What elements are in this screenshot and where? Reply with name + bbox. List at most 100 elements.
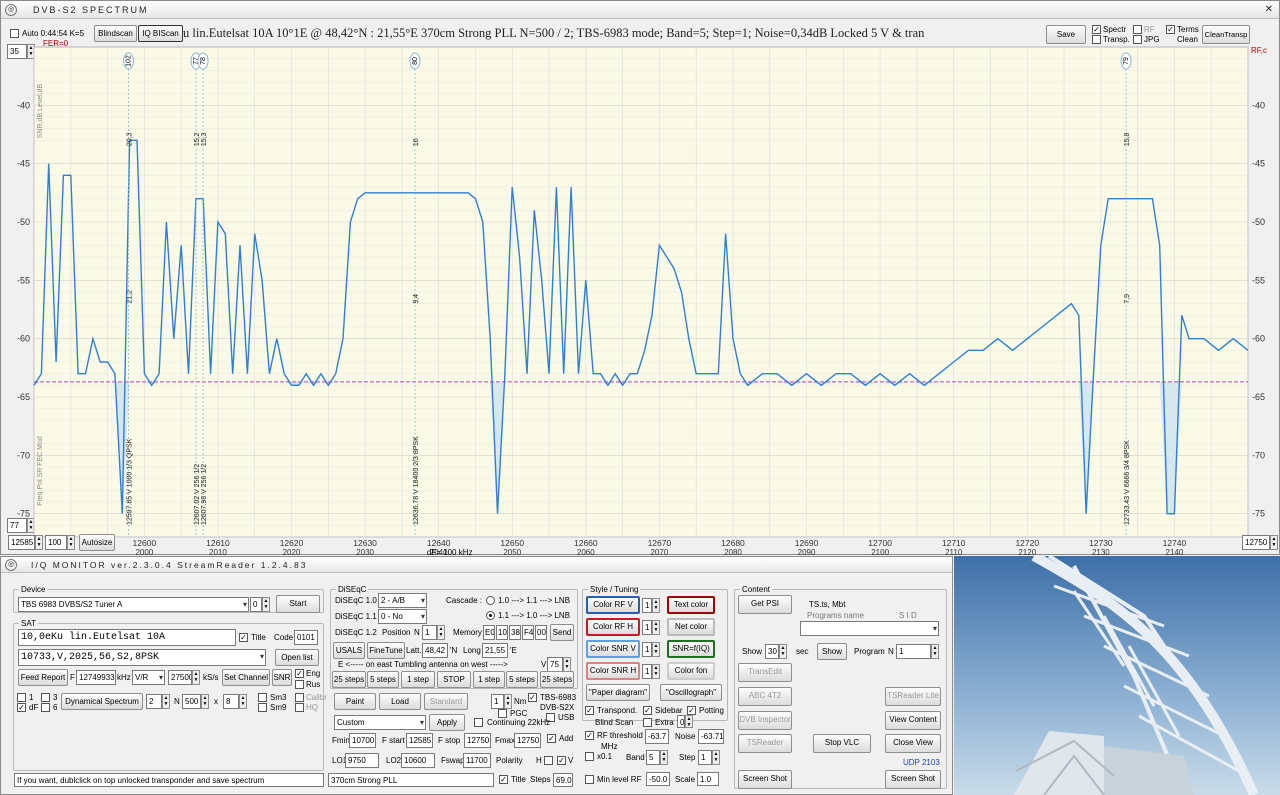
- title2-checkbox[interactable]: ✓: [499, 775, 508, 784]
- snr-fiq-button[interactable]: SNR=f(IQ): [667, 640, 715, 658]
- standard-button[interactable]: Standard: [424, 693, 468, 710]
- continuing-checkbox[interactable]: [474, 718, 483, 727]
- hq-checkbox[interactable]: [295, 703, 304, 712]
- fstop-input[interactable]: 12750: [464, 733, 491, 748]
- eng-checkbox[interactable]: ✓: [295, 669, 304, 678]
- rf-checkbox[interactable]: [1133, 25, 1142, 34]
- screen-shot-button[interactable]: Screen Shot: [738, 770, 792, 789]
- n-spin[interactable]: ▲ ▼: [201, 694, 209, 709]
- step-25-east-button[interactable]: 25 steps: [332, 671, 366, 688]
- cascade2-radio[interactable]: [486, 611, 495, 620]
- snr-h-width-spin[interactable]: ▲ ▼: [652, 664, 660, 679]
- opt6-checkbox[interactable]: [41, 703, 50, 712]
- band-spin[interactable]: ▲ ▼: [660, 750, 668, 765]
- spectrum-chart[interactable]: -40 -40 -45 -45 -50 -50 -55 -55 -60 -60 -65 -65 -70 -…: [1, 41, 1280, 556]
- color-snr-v-button[interactable]: Color SNR V: [586, 640, 640, 658]
- steps-input[interactable]: 69.0: [553, 773, 573, 787]
- device-index-spin[interactable]: ▲ ▼: [262, 597, 270, 612]
- step-spin-style[interactable]: ▲ ▼: [712, 750, 720, 765]
- scale-input[interactable]: 1.0: [697, 772, 719, 786]
- finetune-button[interactable]: FineTune: [367, 642, 405, 659]
- sm9-checkbox[interactable]: [258, 703, 267, 712]
- color-snr-h-button[interactable]: Color SNR H: [586, 662, 640, 680]
- memory-code-box[interactable]: F4: [522, 625, 534, 640]
- show-spin[interactable]: ▲ ▼: [779, 644, 787, 659]
- autosize-button[interactable]: Autosize: [79, 534, 115, 551]
- x01-checkbox[interactable]: [585, 752, 594, 761]
- step-1-west-button[interactable]: 1 step: [473, 671, 505, 688]
- position-input[interactable]: 1: [422, 625, 437, 640]
- noise-input[interactable]: -63.71: [698, 729, 724, 744]
- dynamical-spectrum-button[interactable]: Dynamical Spectrum: [61, 693, 143, 710]
- net-color-button[interactable]: Net color: [667, 618, 715, 636]
- extra-checkbox[interactable]: [643, 718, 652, 727]
- dyn-value-spin[interactable]: ▲ ▼: [162, 694, 170, 709]
- rf-threshold-checkbox[interactable]: ✓: [585, 731, 594, 740]
- view-content-button[interactable]: View Content: [885, 711, 941, 730]
- blindscan-button[interactable]: Blindscan: [94, 25, 137, 42]
- close-icon[interactable]: ✕: [1265, 1, 1273, 19]
- x-input[interactable]: 8: [223, 694, 239, 709]
- memory-code-box[interactable]: 38: [509, 625, 521, 640]
- device-index-input[interactable]: 0: [250, 597, 262, 612]
- rf-threshold-input[interactable]: -63.7: [645, 729, 669, 744]
- step-5-west-button[interactable]: 5 steps: [506, 671, 538, 688]
- show-input[interactable]: 30: [765, 644, 779, 659]
- text-color-button[interactable]: Text color: [667, 596, 715, 614]
- memory-code-box[interactable]: 10: [496, 625, 508, 640]
- nm-spin[interactable]: ▲ ▼: [504, 694, 512, 709]
- fstart-input[interactable]: 12585: [406, 733, 433, 748]
- snr-h-width-input[interactable]: 1: [642, 664, 652, 679]
- oscillograph-button[interactable]: "Oscillograph": [660, 684, 722, 701]
- tsreader-button[interactable]: TSReader: [738, 734, 792, 753]
- extra-spin[interactable]: ▲ ▼: [685, 715, 693, 728]
- transedit-button[interactable]: TransEdit: [738, 663, 792, 682]
- memory-code-box[interactable]: 00: [535, 625, 547, 640]
- snr-v-width-spin[interactable]: ▲ ▼: [652, 642, 660, 657]
- rf-h-width-input[interactable]: 1: [642, 620, 652, 635]
- load-button[interactable]: Load: [379, 693, 421, 710]
- end-freq-spin[interactable]: ▲ ▼: [1270, 535, 1278, 550]
- position-spin[interactable]: ▲ ▼: [437, 625, 445, 640]
- rus-checkbox[interactable]: [295, 680, 304, 689]
- screen-shot-button-2[interactable]: Screen Shot: [885, 770, 941, 789]
- rf-v-width-spin[interactable]: ▲ ▼: [652, 598, 660, 613]
- color-rf-v-button[interactable]: Color RF V: [586, 596, 640, 614]
- df-checkbox[interactable]: ✓: [17, 703, 26, 712]
- dyn-value-input[interactable]: 2: [146, 694, 162, 709]
- lo2-input[interactable]: 10600: [401, 753, 435, 768]
- nm-input[interactable]: 1: [491, 694, 504, 709]
- cascade1-radio[interactable]: [486, 596, 495, 605]
- pol-select[interactable]: V/R: [132, 670, 165, 685]
- show-button[interactable]: Show: [817, 643, 847, 660]
- program-spin[interactable]: ▲ ▼: [931, 644, 939, 659]
- fmax-input[interactable]: 12750: [514, 733, 541, 748]
- dvb-inspector-button[interactable]: DVB Inspector: [738, 711, 792, 730]
- sr-input[interactable]: 27500: [168, 670, 192, 685]
- band-input[interactable]: 5: [646, 750, 660, 765]
- code-input[interactable]: 0101: [294, 630, 318, 645]
- open-list-button[interactable]: Open list: [275, 649, 319, 666]
- lo1-input[interactable]: 9750: [345, 753, 379, 768]
- set-channel-button[interactable]: Set Channel: [222, 669, 270, 686]
- freq-input[interactable]: 12749933: [76, 670, 116, 685]
- extra-input[interactable]: 0: [677, 715, 685, 728]
- color-fon-button[interactable]: Color fon: [667, 662, 715, 680]
- program-input[interactable]: 1: [896, 644, 931, 659]
- step-5-east-button[interactable]: 5 steps: [367, 671, 399, 688]
- auto-checkbox[interactable]: [10, 29, 19, 38]
- preset-select[interactable]: Custom: [334, 715, 426, 730]
- color-rf-h-button[interactable]: Color RF H: [586, 618, 640, 636]
- paint-button[interactable]: Paint: [334, 693, 376, 710]
- rf-h-width-spin[interactable]: ▲ ▼: [652, 620, 660, 635]
- opt1-checkbox[interactable]: [17, 693, 26, 702]
- polarity-h-checkbox[interactable]: [544, 756, 553, 765]
- opt3-checkbox[interactable]: [41, 693, 50, 702]
- v-spin[interactable]: ▲ ▼: [563, 657, 571, 672]
- device-select[interactable]: TBS 6983 DVBS/S2 Tuner A: [18, 597, 249, 612]
- add-checkbox[interactable]: ✓: [547, 734, 556, 743]
- start-freq-spin[interactable]: ▲ ▼: [35, 535, 43, 550]
- polarity-v-checkbox[interactable]: ✓: [557, 756, 566, 765]
- close-view-button[interactable]: Close View: [885, 734, 941, 753]
- sat-name-input[interactable]: 10,0eKu lin.Eutelsat 10A: [18, 629, 236, 646]
